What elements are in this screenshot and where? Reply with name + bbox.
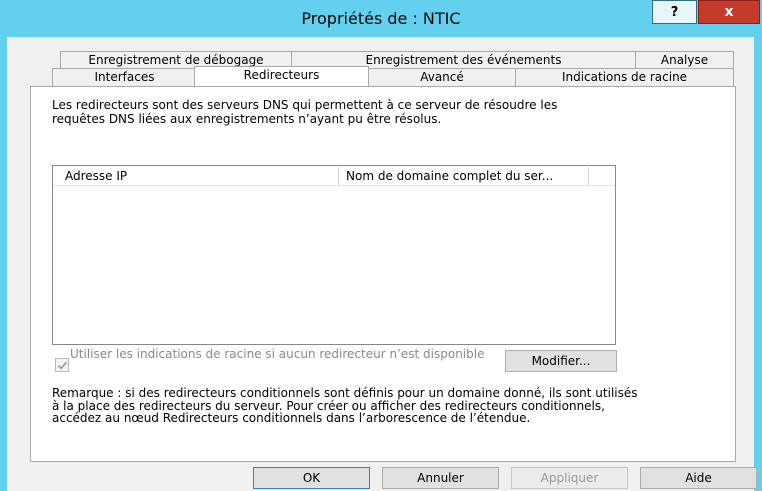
help-question-button[interactable]: ? <box>652 0 697 24</box>
checkmark-icon <box>57 361 68 370</box>
forwarders-list[interactable]: Adresse IP Nom de domaine complet du ser… <box>52 165 616 345</box>
window-frame: Propriétés de : NTIC ? x Enregistrement … <box>0 0 762 491</box>
column-header-ip-address[interactable]: Adresse IP <box>53 166 338 186</box>
list-header: Adresse IP Nom de domaine complet du ser… <box>53 166 615 186</box>
modify-button[interactable]: Modifier... <box>505 350 617 372</box>
cancel-button[interactable]: Annuler <box>382 467 499 489</box>
root-hints-label: Utiliser les indications de racine si au… <box>70 347 485 361</box>
tab-interfaces[interactable]: Interfaces <box>52 68 197 86</box>
title-bar[interactable]: Propriétés de : NTIC ? x <box>0 0 762 36</box>
tab-monitoring[interactable]: Analyse <box>635 51 734 69</box>
apply-button[interactable]: Appliquer <box>511 467 628 489</box>
forwarders-description: Les redirecteurs sont des serveurs DNS q… <box>52 98 558 126</box>
root-hints-checkbox[interactable] <box>55 358 69 372</box>
tab-root-hints[interactable]: Indications de racine <box>515 68 734 86</box>
window-title: Propriétés de : NTIC <box>301 9 461 28</box>
tab-forwarders[interactable]: Redirecteurs <box>194 66 369 86</box>
tab-advanced[interactable]: Avancé <box>368 68 516 86</box>
conditional-forwarders-remark: Remarque : si des redirecteurs condition… <box>52 386 638 425</box>
column-separator[interactable] <box>588 167 589 185</box>
ok-button[interactable]: OK <box>253 467 370 489</box>
column-header-fqdn[interactable]: Nom de domaine complet du ser... <box>339 166 588 186</box>
help-button[interactable]: Aide <box>640 467 757 489</box>
close-button[interactable]: x <box>698 0 760 24</box>
